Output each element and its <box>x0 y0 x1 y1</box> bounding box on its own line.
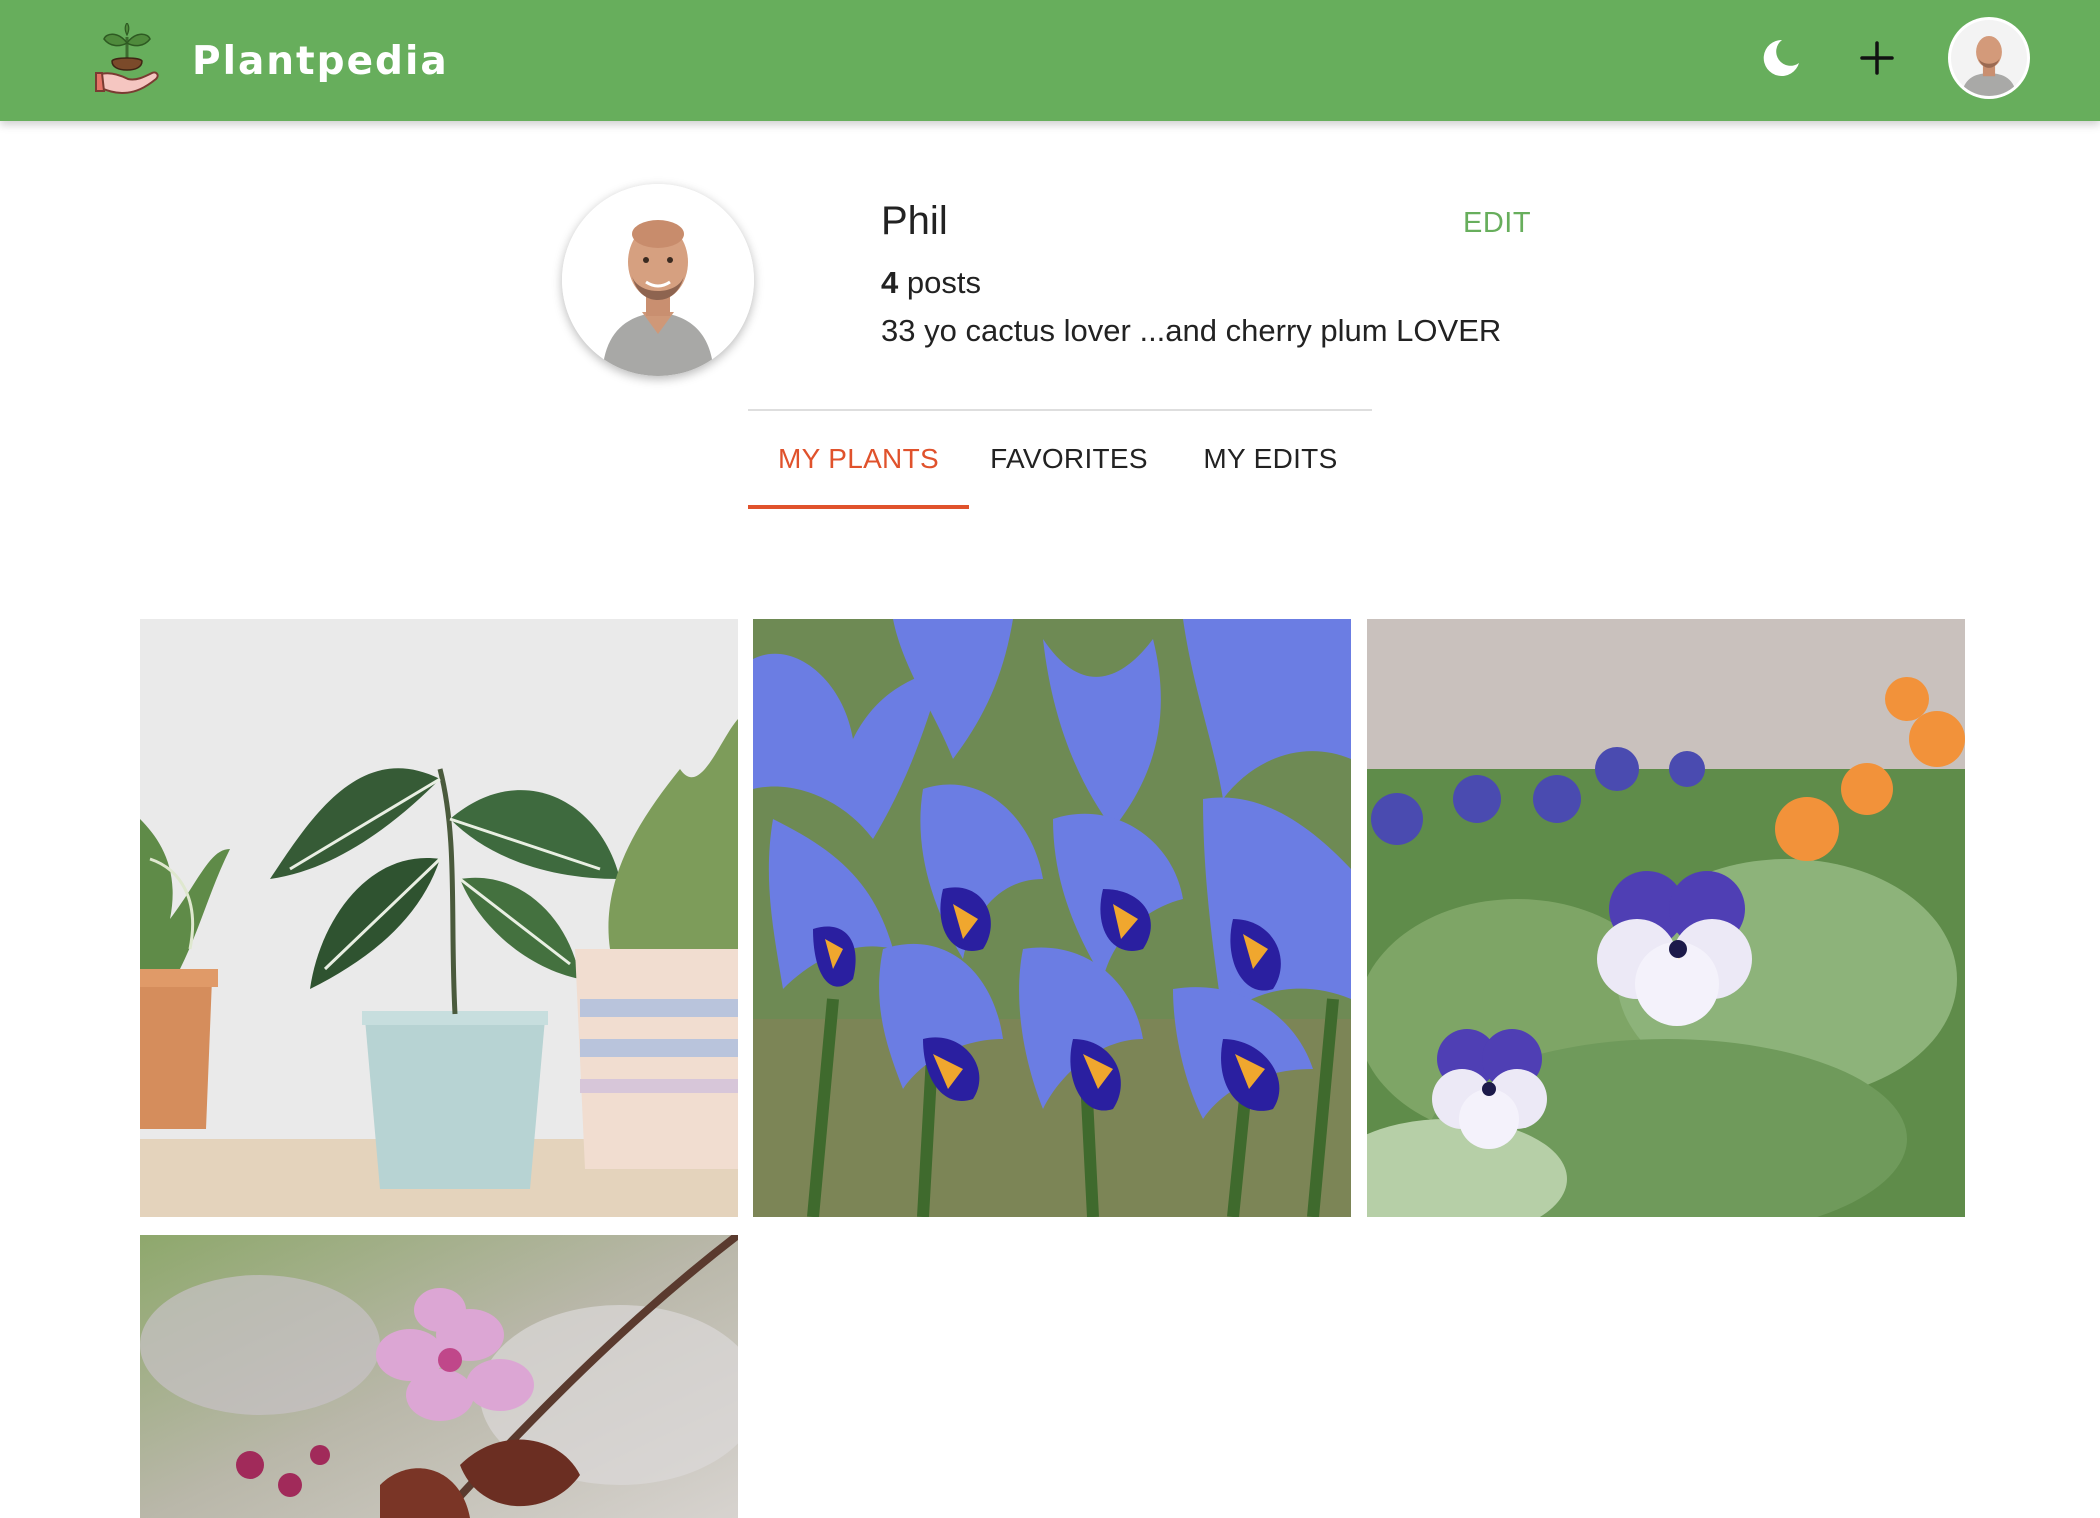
post-count: 4 posts <box>881 263 981 303</box>
tab-favorites[interactable]: FAVORITES <box>969 411 1169 507</box>
tab-my-edits[interactable]: MY EDITS <box>1169 411 1372 507</box>
houseplants-photo <box>140 619 738 1217</box>
edit-profile-button[interactable]: EDIT <box>1463 205 1531 241</box>
user-avatar-button[interactable] <box>1948 17 2030 99</box>
add-plant-button[interactable] <box>1852 33 1902 83</box>
tab-my-plants[interactable]: MY PLANTS <box>748 411 969 509</box>
avatar <box>1951 20 2027 96</box>
header-actions <box>1756 17 2030 99</box>
post-tile[interactable] <box>1367 619 1965 1217</box>
post-count-value: 4 <box>881 265 899 300</box>
hand-sprout-icon <box>92 23 162 99</box>
post-tile[interactable] <box>140 1235 738 1518</box>
dark-mode-toggle[interactable] <box>1756 33 1806 83</box>
profile-bio: 33 yo cactus lover ...and cherry plum LO… <box>881 313 1502 348</box>
post-tile[interactable] <box>753 619 1351 1217</box>
cherry-blossom-photo <box>140 1235 738 1518</box>
pansies-photo <box>1367 619 1965 1217</box>
profile-name: Phil <box>881 199 948 243</box>
profile-photo <box>562 184 754 376</box>
plus-icon <box>1860 41 1894 75</box>
brand-home-link[interactable]: Plantpedia <box>92 16 449 106</box>
moon-icon <box>1763 39 1799 76</box>
post-count-label: posts <box>898 265 981 300</box>
post-tile[interactable] <box>140 619 738 1217</box>
brand-name: Plantpedia <box>192 38 449 84</box>
iris-flowers-photo <box>753 619 1351 1217</box>
profile-tabs: MY PLANTS FAVORITES MY EDITS <box>748 409 1372 509</box>
top-navbar: Plantpedia <box>0 0 2100 121</box>
avatar <box>562 184 754 376</box>
